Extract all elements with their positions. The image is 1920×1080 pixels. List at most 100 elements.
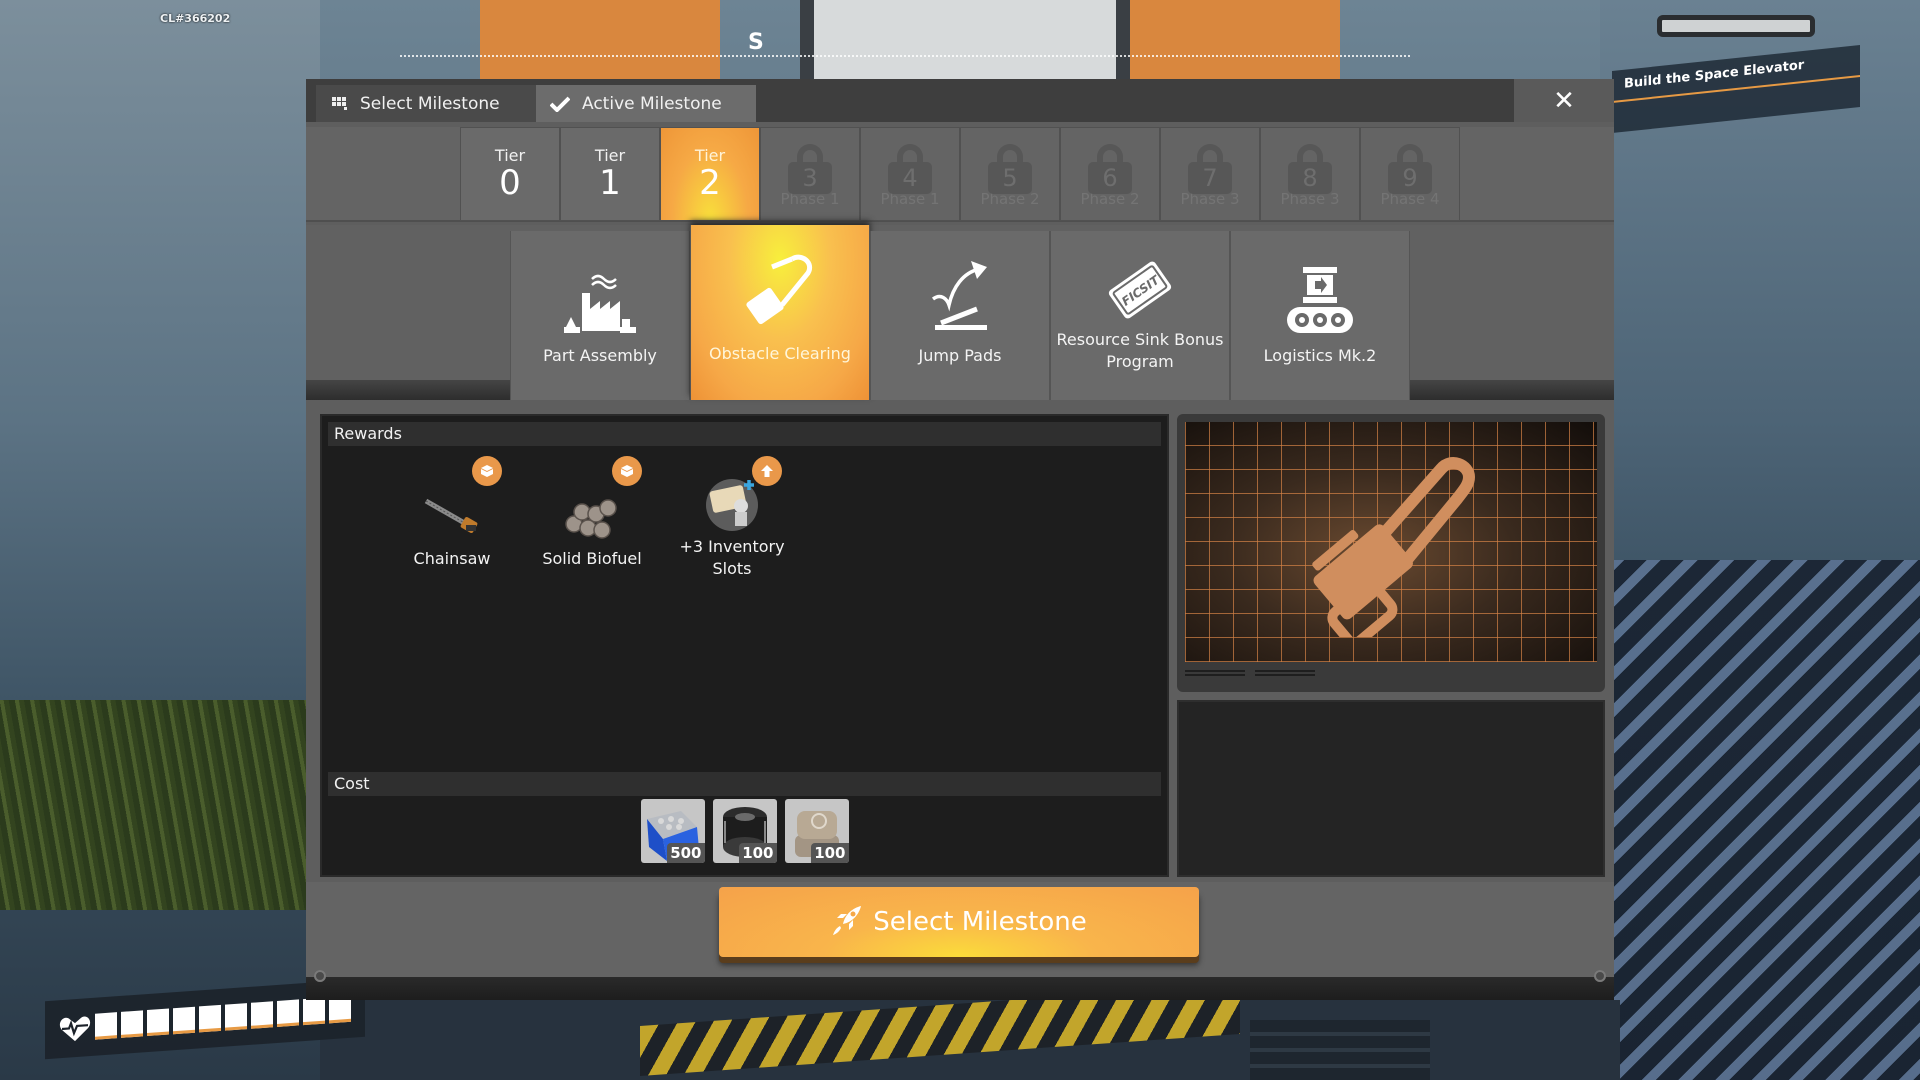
cost-quantity: 100 [811, 843, 849, 863]
reward-item[interactable]: +3 Inventory Slots [662, 456, 802, 581]
tier-9-locked[interactable]: 9 Phase 4 [1360, 127, 1460, 221]
preview-screen [1185, 422, 1597, 662]
tier-selector: Tier 0 Tier 1 Tier 2 3 Phase 1 4 Phase 1… [306, 127, 1614, 222]
tier-0[interactable]: Tier 0 [460, 127, 560, 221]
rewards-header: Rewards [328, 422, 1161, 446]
milestone-window: Select Milestone Active Milestone ✕ Tier… [306, 79, 1614, 1000]
milestone-logistics-mk2[interactable]: Logistics Mk.2 [1230, 231, 1410, 400]
cost-list: 500 100 100 [322, 799, 1167, 863]
background-floor-grate [1610, 560, 1920, 1080]
tier-number: 2 [699, 162, 721, 203]
build-id-label: CL#366202 [160, 12, 231, 25]
tier-5-locked[interactable]: 5 Phase 2 [960, 127, 1060, 221]
window-titlebar: Select Milestone Active Milestone [306, 79, 1514, 122]
checkmark-icon [550, 96, 570, 112]
health-segment [147, 1008, 169, 1037]
cost-quantity: 500 [667, 843, 705, 863]
cost-item-concrete[interactable]: 100 [784, 799, 849, 863]
milestone-label: Logistics Mk.2 [1263, 346, 1377, 365]
lock-icon: 3 [788, 144, 832, 194]
cost-item-wire[interactable]: 100 [712, 799, 777, 863]
milestone-label: Obstacle Clearing [709, 344, 851, 363]
health-segment [277, 999, 299, 1027]
milestone-obstacle-clearing[interactable]: Obstacle Clearing [690, 225, 870, 400]
milestone-label: Part Assembly [543, 346, 657, 365]
tier-7-locked[interactable]: 7 Phase 3 [1160, 127, 1260, 221]
lock-icon: 9 [1388, 144, 1432, 194]
tab-label: Select Milestone [360, 93, 500, 114]
close-button[interactable]: ✕ [1514, 79, 1614, 122]
lock-icon: 4 [888, 144, 932, 194]
background-steps [1250, 1020, 1430, 1080]
ficsit-coupon-icon: FICSIT [1102, 253, 1178, 325]
health-segment [251, 1001, 273, 1029]
upgrade-arrow-icon [752, 456, 782, 486]
chainsaw-item-icon [422, 486, 482, 544]
conveyor-icon [1285, 263, 1355, 335]
milestone-list: Part Assembly Obstacle Clearing Jump Pad… [306, 225, 1614, 400]
tier-number: 1 [599, 162, 621, 203]
chainsaw-preview-icon [1312, 457, 1475, 637]
health-segments [95, 995, 355, 1040]
reward-item[interactable]: Solid Biofuel [522, 456, 662, 570]
tab-active-milestone[interactable]: Active Milestone [536, 85, 756, 122]
solid-biofuel-item-icon [562, 486, 622, 544]
milestone-label: Jump Pads [918, 346, 1002, 365]
screw-decoration [1594, 970, 1606, 982]
description-panel [1177, 700, 1605, 877]
compass-heading: S [748, 30, 764, 55]
tier-2[interactable]: Tier 2 [660, 127, 760, 221]
milestone-grid-icon [332, 96, 348, 111]
tab-select-milestone[interactable]: Select Milestone [316, 85, 536, 122]
compass-bar [400, 55, 1410, 61]
health-segment [303, 997, 325, 1026]
heart-icon [55, 1007, 95, 1050]
tier-1[interactable]: Tier 1 [560, 127, 660, 221]
jump-pad-icon [927, 261, 993, 335]
tier-4-locked[interactable]: 4 Phase 1 [860, 127, 960, 221]
background-door-panel [480, 0, 720, 80]
reward-label: Solid Biofuel [542, 549, 642, 568]
milestone-jump-pads[interactable]: Jump Pads [870, 231, 1050, 400]
reward-label: Chainsaw [413, 549, 491, 568]
factory-icon [562, 263, 638, 335]
inventory-slots-icon [703, 474, 761, 532]
background-wall-left [0, 0, 320, 700]
health-segment [121, 1010, 143, 1038]
tier-3-locked[interactable]: 3 Phase 1 [760, 127, 860, 221]
health-segment [225, 1003, 247, 1031]
cost-header: Cost [328, 772, 1161, 796]
milestone-preview [1177, 414, 1605, 692]
screw-decoration [314, 970, 326, 982]
lock-icon: 7 [1188, 144, 1232, 194]
reward-item[interactable]: Chainsaw [382, 456, 522, 570]
tier-number: 0 [499, 162, 521, 203]
tier-label: Tier [694, 145, 726, 165]
health-segment [173, 1006, 195, 1035]
milestone-resource-sink[interactable]: FICSIT Resource Sink Bonus Program [1050, 231, 1230, 400]
rocket-icon [831, 904, 863, 940]
tier-label: Tier [494, 145, 526, 165]
milestone-label: Resource Sink Bonus Program [1056, 330, 1224, 372]
select-milestone-label: Select Milestone [873, 907, 1087, 937]
milestone-part-assembly[interactable]: Part Assembly [510, 231, 690, 400]
cost-item-screw[interactable]: 500 [640, 799, 705, 863]
rewards-cost-panel: Rewards Chainsaw Solid Biofuel +3 Invent… [320, 414, 1169, 877]
lock-icon: 8 [1288, 144, 1332, 194]
background-door-center [800, 0, 1815, 80]
tier-label: Tier [594, 145, 626, 165]
window-body: Tier 0 Tier 1 Tier 2 3 Phase 1 4 Phase 1… [306, 122, 1614, 1000]
tier-6-locked[interactable]: 6 Phase 2 [1060, 127, 1160, 221]
chainsaw-icon [742, 254, 818, 329]
select-milestone-button[interactable]: Select Milestone [719, 887, 1199, 957]
cost-quantity: 100 [739, 843, 777, 863]
item-unlock-icon [612, 456, 642, 486]
tab-label: Active Milestone [582, 93, 722, 114]
health-segment [95, 1012, 117, 1040]
action-bar: Select Milestone [306, 882, 1614, 1000]
close-icon: ✕ [1553, 85, 1575, 116]
background-grass [0, 700, 320, 910]
item-unlock-icon [472, 456, 502, 486]
health-segment [199, 1004, 221, 1033]
tier-8-locked[interactable]: 8 Phase 3 [1260, 127, 1360, 221]
